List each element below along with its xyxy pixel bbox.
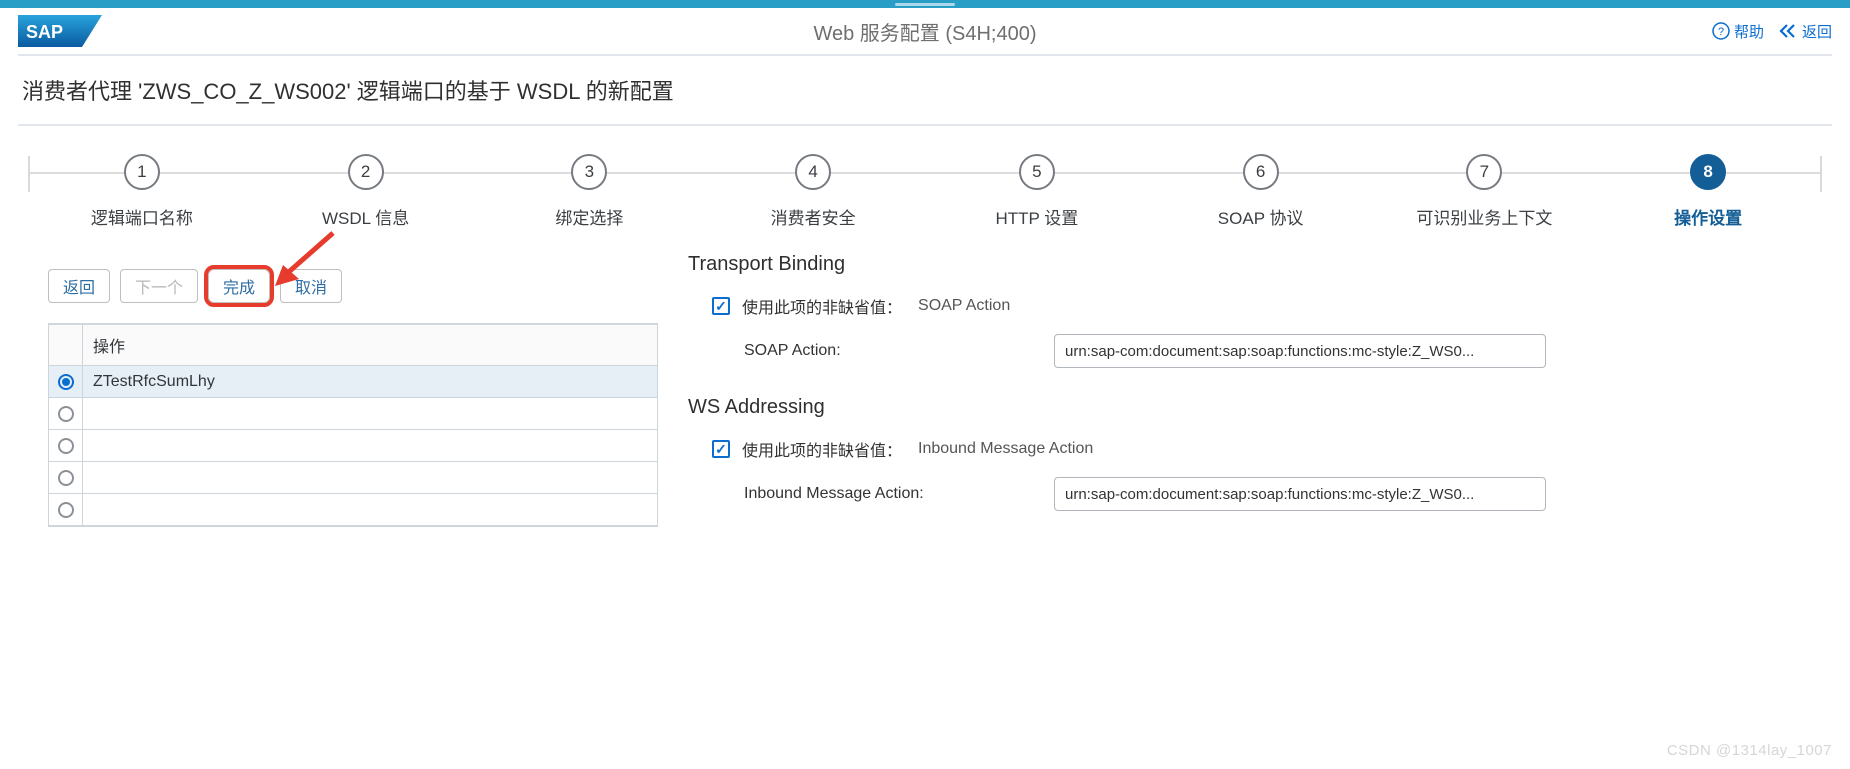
override-checkbox-wsa[interactable] (712, 440, 730, 458)
wizard-step-label: 操作设置 (1674, 204, 1742, 229)
row-radio[interactable] (58, 470, 74, 486)
wizard-step-label: 绑定选择 (555, 204, 623, 229)
operations-table: 操作 ZTestRfcSumLhy (48, 323, 658, 527)
override-label-transport: 使用此项的非缺省值： (742, 294, 902, 318)
wizard-step-number: 2 (348, 154, 384, 190)
section-title-wsa: WS Addressing (688, 396, 1802, 419)
wizard-step-number: 1 (124, 154, 160, 190)
row-radio-cell (49, 462, 83, 493)
wizard-step-5[interactable]: 5 HTTP 设置 (925, 154, 1149, 229)
inbound-action-label: Inbound Message Action: (744, 485, 1044, 503)
window-title: Web 服务配置 (S4H;400) (18, 17, 1832, 46)
wizard-step-8[interactable]: 8 操作设置 (1596, 154, 1820, 229)
soap-action-input[interactable]: urn:sap-com:document:sap:soap:functions:… (1054, 334, 1546, 368)
table-row[interactable] (49, 462, 657, 494)
next-button: 下一个 (120, 269, 198, 303)
override-checkbox-transport[interactable] (712, 297, 730, 315)
wizard-step-1[interactable]: 1 逻辑端口名称 (30, 154, 254, 229)
row-radio[interactable] (58, 406, 74, 422)
window-drag-bar[interactable] (0, 0, 1850, 8)
wizard-step-label: WSDL 信息 (322, 204, 409, 229)
row-radio-cell (49, 494, 83, 525)
table-row[interactable] (49, 494, 657, 526)
wizard-step-label: 可识别业务上下文 (1416, 204, 1552, 229)
row-radio[interactable] (58, 438, 74, 454)
inbound-action-input[interactable]: urn:sap-com:document:sap:soap:functions:… (1054, 477, 1546, 511)
wizard-step-3[interactable]: 3 绑定选择 (478, 154, 702, 229)
override-sub-transport: SOAP Action (918, 297, 1010, 315)
wizard-step-label: 消费者安全 (771, 204, 856, 229)
wizard-step-6[interactable]: 6 SOAP 协议 (1149, 154, 1373, 229)
table-row[interactable] (49, 430, 657, 462)
page-title: 消费者代理 'ZWS_CO_Z_WS002' 逻辑端口的基于 WSDL 的新配置 (18, 56, 1832, 126)
wizard-step-label: SOAP 协议 (1218, 204, 1304, 229)
wizard-step-label: HTTP 设置 (995, 204, 1078, 229)
finish-button[interactable]: 完成 (208, 269, 270, 303)
row-radio-cell (49, 398, 83, 429)
wizard-step-number: 6 (1243, 154, 1279, 190)
table-row[interactable]: ZTestRfcSumLhy (49, 366, 657, 398)
row-radio[interactable] (58, 374, 74, 390)
row-radio[interactable] (58, 502, 74, 518)
back-button[interactable]: 返回 (48, 269, 110, 303)
override-label-wsa: 使用此项的非缺省值： (742, 437, 902, 461)
wizard-step-4[interactable]: 4 消费者安全 (701, 154, 925, 229)
wizard-step-number: 8 (1690, 154, 1726, 190)
wizard-step-number: 4 (795, 154, 831, 190)
wizard-step-number: 3 (571, 154, 607, 190)
row-radio-cell (49, 366, 83, 397)
wizard-button-row: 返回 下一个 完成 取消 (48, 239, 658, 323)
table-row[interactable] (49, 398, 657, 430)
row-radio-cell (49, 430, 83, 461)
soap-action-label: SOAP Action: (744, 342, 1044, 360)
section-title-transport: Transport Binding (688, 253, 1802, 276)
wizard-step-7[interactable]: 7 可识别业务上下文 (1373, 154, 1597, 229)
shell-header: SAP Web 服务配置 (S4H;400) ? 帮助 返回 (18, 8, 1832, 56)
row-operation-text: ZTestRfcSumLhy (83, 373, 657, 391)
cancel-button[interactable]: 取消 (280, 269, 342, 303)
wizard-progress: 1 逻辑端口名称 2 WSDL 信息 3 绑定选择 4 消费者安全 5 HTTP 设置 6 SOAP … (18, 126, 1832, 239)
override-sub-wsa: Inbound Message Action (918, 440, 1093, 458)
table-header-select (49, 325, 83, 365)
wizard-step-label: 逻辑端口名称 (91, 204, 193, 229)
wizard-step-number: 5 (1019, 154, 1055, 190)
table-header-operation: 操作 (83, 325, 657, 365)
watermark: CSDN @1314lay_1007 (1667, 742, 1832, 759)
wizard-step-number: 7 (1466, 154, 1502, 190)
wizard-step-2[interactable]: 2 WSDL 信息 (254, 154, 478, 229)
